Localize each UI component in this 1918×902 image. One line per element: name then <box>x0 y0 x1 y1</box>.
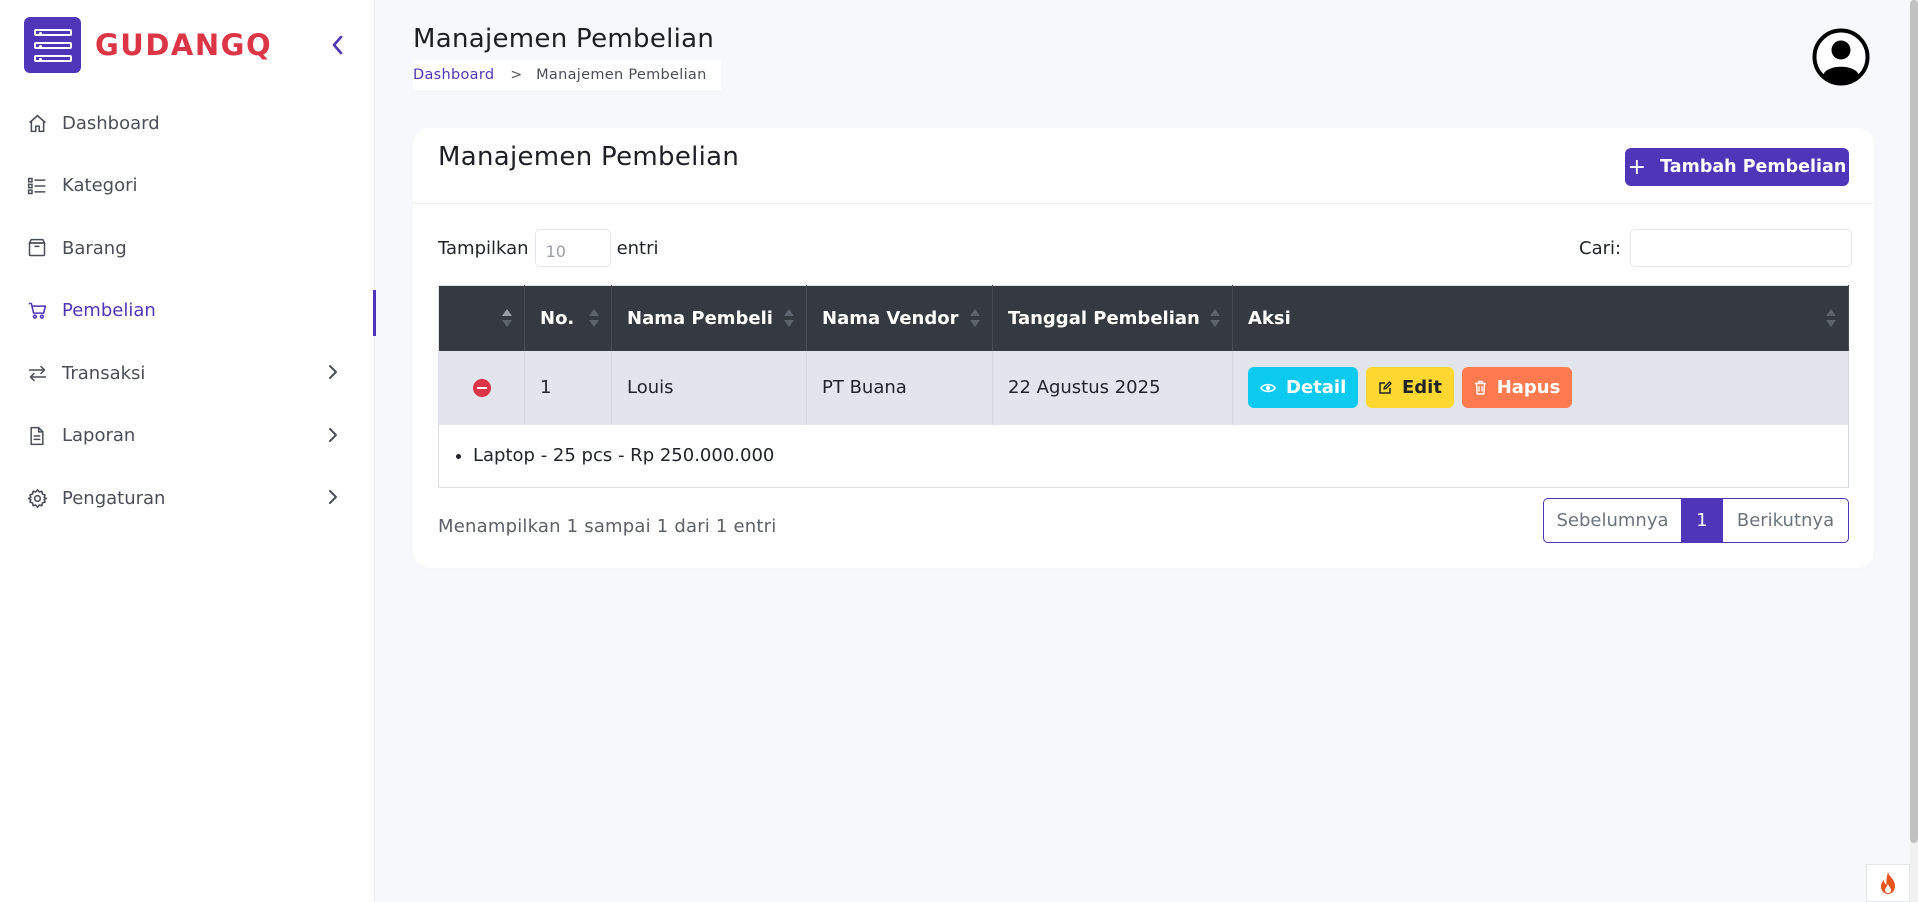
collapse-row-icon[interactable] <box>472 379 491 397</box>
card-title: Manajemen Pembelian <box>438 142 740 172</box>
sidebar-item-pengaturan[interactable]: Pengaturan <box>0 467 375 530</box>
list-icon <box>26 175 48 197</box>
document-icon <box>26 425 48 447</box>
purchase-item-list: Laptop - 25 pcs - Rp 250.000.000 <box>449 445 1848 466</box>
sidebar-item-pembelian[interactable]: Pembelian <box>0 280 376 343</box>
sidebar-item-kategori[interactable]: Kategori <box>0 155 375 218</box>
scrollbar[interactable] <box>1910 0 1918 902</box>
sort-icon <box>589 309 599 329</box>
cell-nama-vendor: PT Buana <box>806 350 993 425</box>
page-title: Manajemen Pembelian <box>413 24 715 54</box>
list-item: Laptop - 25 pcs - Rp 250.000.000 <box>473 445 1848 466</box>
sort-icon <box>1826 309 1836 329</box>
sort-icon <box>784 309 794 329</box>
sidebar-item-laporan[interactable]: Laporan <box>0 405 375 468</box>
delete-label: Hapus <box>1496 377 1561 398</box>
sidebar-item-label: Barang <box>62 237 127 259</box>
row-detail-cell: Laptop - 25 pcs - Rp 250.000.000 <box>438 424 1849 488</box>
detail-label: Detail <box>1286 377 1347 398</box>
sidebar-item-label: Laporan <box>62 425 136 447</box>
table-row-detail: Laptop - 25 pcs - Rp 250.000.000 <box>438 424 1849 488</box>
entries-select[interactable]: 10 <box>534 229 611 267</box>
cell-no: 1 <box>524 350 612 425</box>
breadcrumb-current: Manajemen Pembelian <box>536 67 707 83</box>
card-header: Manajemen Pembelian + Tambah Pembelian <box>413 128 1874 204</box>
edit-label: Edit <box>1401 377 1442 398</box>
detail-button[interactable]: Detail <box>1248 367 1359 408</box>
sidebar-item-label: Transaksi <box>62 362 146 384</box>
purchase-table: No. Nama Pembeli Nama Vendor Tanggal Pem… <box>438 285 1849 488</box>
flame-icon <box>1881 872 1895 894</box>
scrollbar-thumb[interactable] <box>1910 0 1918 843</box>
breadcrumb-separator: > <box>510 67 523 83</box>
sidebar: GUDANGQ Dashboard Kategori Barang Pembel… <box>0 0 376 902</box>
row-toggle-cell <box>438 350 525 425</box>
edit-button[interactable]: Edit <box>1365 367 1454 408</box>
entries-length: Tampilkan 10 entri <box>438 229 659 267</box>
sort-icon <box>970 309 980 329</box>
pagination-page-1[interactable]: 1 <box>1682 499 1722 542</box>
pagination-next[interactable]: Berikutnya <box>1722 499 1848 542</box>
brand[interactable]: GUDANGQ <box>24 17 272 73</box>
sidebar-item-label: Kategori <box>62 175 138 197</box>
server-logo-icon <box>24 17 81 73</box>
sidebar-item-barang[interactable]: Barang <box>0 217 375 280</box>
debug-toolbar-button[interactable] <box>1866 864 1910 902</box>
column-header-nama-pembeli[interactable]: Nama Pembeli <box>611 285 807 351</box>
plus-icon: + <box>1627 154 1647 180</box>
search-label: Cari: <box>1579 237 1622 259</box>
sidebar-item-transaksi[interactable]: Transaksi <box>0 342 375 405</box>
sidebar-item-dashboard[interactable]: Dashboard <box>0 92 375 155</box>
user-avatar[interactable] <box>1812 28 1870 86</box>
home-icon <box>26 112 48 134</box>
delete-button[interactable]: Hapus <box>1461 367 1573 408</box>
add-purchase-button[interactable]: + Tambah Pembelian <box>1625 148 1849 186</box>
brand-name: GUDANGQ <box>95 28 273 62</box>
table-info: Menampilkan 1 sampai 1 dari 1 entri <box>438 516 777 537</box>
column-header-control[interactable] <box>438 285 525 351</box>
sidebar-menu: Dashboard Kategori Barang Pembelian Tran… <box>0 92 376 530</box>
column-header-no[interactable]: No. <box>524 285 612 351</box>
eye-icon <box>1260 382 1276 394</box>
add-purchase-label: Tambah Pembelian <box>1660 157 1847 177</box>
column-header-aksi[interactable]: Aksi <box>1232 285 1849 351</box>
breadcrumb-dashboard-link[interactable]: Dashboard <box>413 67 494 83</box>
chevron-right-icon <box>329 365 337 379</box>
user-circle-icon <box>1812 28 1870 86</box>
box-icon <box>26 237 48 259</box>
cell-aksi: Detail Edit Hapus <box>1232 350 1849 425</box>
sidebar-item-label: Pengaturan <box>62 487 166 509</box>
pagination-previous[interactable]: Sebelumnya <box>1544 499 1682 542</box>
cell-tanggal-pembelian: 22 Agustus 2025 <box>992 350 1233 425</box>
search-input[interactable] <box>1630 229 1853 267</box>
sidebar-item-label: Pembelian <box>62 300 156 322</box>
chevron-right-icon <box>329 490 337 504</box>
column-header-nama-vendor[interactable]: Nama Vendor <box>806 285 993 351</box>
arrows-exchange-icon <box>26 362 48 384</box>
search-bar: Cari: <box>1579 229 1853 267</box>
length-suffix: entri <box>616 237 659 259</box>
edit-icon <box>1378 380 1392 395</box>
table-row: 1 Louis PT Buana 22 Agustus 2025 Detail … <box>438 350 1849 425</box>
sort-icon <box>1210 309 1220 329</box>
gear-icon <box>26 487 48 509</box>
chevron-right-icon <box>329 427 337 442</box>
sidebar-item-label: Dashboard <box>62 112 160 134</box>
sort-icon <box>502 309 512 329</box>
length-prefix: Tampilkan <box>438 237 529 259</box>
table-header-row: No. Nama Pembeli Nama Vendor Tanggal Pem… <box>438 285 1849 351</box>
pagination: Sebelumnya 1 Berikutnya <box>1543 498 1849 543</box>
collapse-sidebar-button[interactable] <box>322 30 352 60</box>
cart-icon <box>26 300 48 322</box>
breadcrumb: Dashboard > Manajemen Pembelian <box>413 60 721 90</box>
cell-nama-pembeli: Louis <box>611 350 807 425</box>
column-header-tanggal-pembelian[interactable]: Tanggal Pembelian <box>992 285 1233 351</box>
trash-icon <box>1474 380 1487 395</box>
chevron-left-icon <box>332 35 343 55</box>
purchase-card: Manajemen Pembelian + Tambah Pembelian T… <box>413 128 1874 568</box>
